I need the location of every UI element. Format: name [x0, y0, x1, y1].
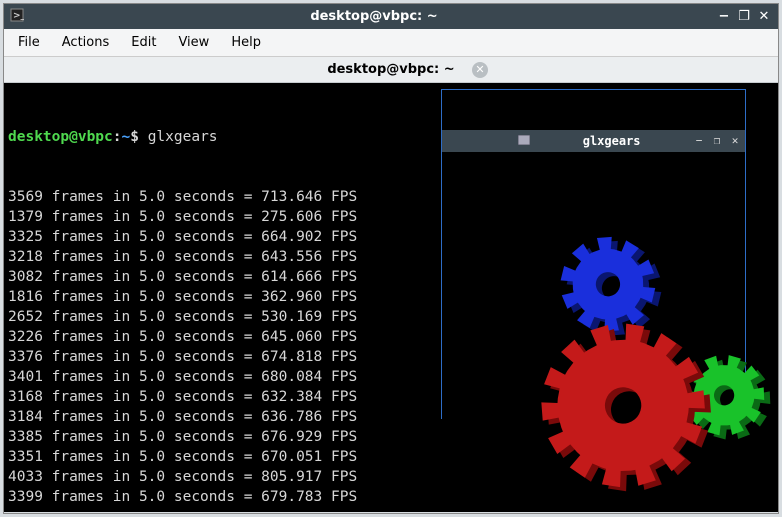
minimize-button[interactable]: −	[718, 11, 730, 23]
menu-actions[interactable]: Actions	[62, 35, 110, 50]
prompt-path: ~	[122, 129, 131, 145]
glxgears-window[interactable]: glxgears − ❐ ✕	[441, 89, 746, 419]
maximize-button[interactable]: ❐	[738, 11, 750, 23]
svg-text:>_: >_	[13, 11, 24, 21]
tab[interactable]: desktop@vbpc: ~	[327, 62, 454, 77]
red-gear	[533, 316, 712, 495]
glxgears-minimize-button[interactable]: −	[693, 135, 705, 147]
terminal[interactable]: desktop@vbpc:~$ glxgears 3569 frames in …	[4, 83, 778, 512]
menu-view[interactable]: View	[178, 35, 209, 50]
menu-file[interactable]: File	[18, 35, 40, 50]
glxgears-maximize-button[interactable]: ❐	[711, 135, 723, 147]
app-icon: >_	[10, 8, 24, 26]
window-title: desktop@vbpc: ~	[30, 9, 718, 24]
close-button[interactable]: ✕	[758, 11, 770, 23]
prompt-dollar: $	[130, 129, 139, 145]
tab-close-button[interactable]: ✕	[472, 62, 488, 78]
terminal-window: >_ desktop@vbpc: ~ − ❐ ✕ File Actions Ed…	[3, 3, 779, 514]
menubar: File Actions Edit View Help	[4, 29, 778, 57]
menu-help[interactable]: Help	[231, 35, 261, 50]
glxgears-titlebar[interactable]: glxgears − ❐ ✕	[442, 130, 745, 152]
prompt-command: glxgears	[148, 129, 218, 145]
glxgears-app-icon	[446, 111, 530, 171]
menu-edit[interactable]: Edit	[131, 35, 156, 50]
tab-label: desktop@vbpc: ~	[327, 62, 454, 77]
glxgears-canvas	[442, 192, 745, 498]
glxgears-close-button[interactable]: ✕	[729, 135, 741, 147]
glxgears-title: glxgears	[530, 131, 693, 151]
prompt-sep: :	[113, 129, 122, 145]
window-titlebar[interactable]: >_ desktop@vbpc: ~ − ❐ ✕	[4, 4, 778, 29]
tabbar: desktop@vbpc: ~ ✕	[4, 57, 778, 83]
prompt-userhost: desktop@vbpc	[8, 129, 113, 145]
window-controls: − ❐ ✕	[718, 11, 770, 23]
glxgears-controls: − ❐ ✕	[693, 135, 741, 147]
